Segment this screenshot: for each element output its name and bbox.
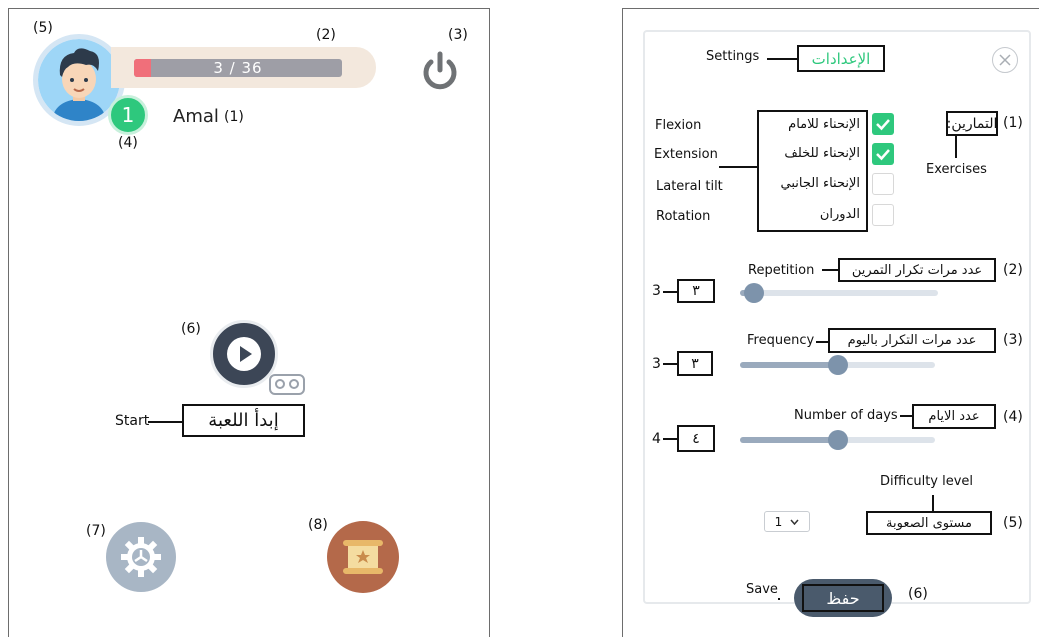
vr-headset-icon (268, 371, 306, 401)
exercise-flexion-checkbox[interactable] (872, 113, 894, 135)
repetition-slider-thumb[interactable] (743, 283, 764, 303)
player-name: Amal (173, 106, 219, 127)
days-slider-thumb[interactable] (827, 430, 848, 450)
repetition-slider[interactable] (740, 283, 938, 303)
chevron-down-icon (790, 519, 799, 525)
exercise-lateral-label: الإنحناء الجانبي (780, 176, 860, 191)
days-slider[interactable] (740, 430, 935, 450)
annotation-6: (6) (181, 321, 201, 337)
save-caption: Save (746, 582, 778, 597)
settings-button[interactable] (106, 522, 176, 592)
frequency-value-ar: ٣ (677, 351, 713, 376)
difficulty-label: مستوى الصعوبة (866, 511, 992, 535)
frequency-annotation: (3) (1003, 332, 1023, 348)
exercise-extension-checkbox[interactable] (872, 143, 894, 165)
exercise-lateral-checkbox[interactable] (872, 173, 894, 195)
settings-caption: Settings (706, 49, 760, 64)
frequency-caption: Frequency (747, 333, 815, 348)
start-game-label: إبدأ اللعبة (182, 404, 305, 437)
save-annotation: (6) (908, 586, 928, 602)
check-icon (876, 149, 890, 161)
annotation-3: (3) (448, 27, 468, 43)
start-caption: Start (115, 413, 150, 429)
exercise-rotation-checkbox[interactable] (872, 204, 894, 226)
annotation-7: (7) (86, 523, 106, 539)
progress-bar: 3 / 36 (134, 59, 342, 77)
frequency-label: عدد مرات التكرار باليوم (828, 328, 996, 353)
days-annotation: (4) (1003, 409, 1023, 425)
map-button[interactable] (327, 521, 399, 593)
exercise-rotation-label: الدوران (819, 207, 860, 222)
close-icon (999, 54, 1011, 66)
annotation-2: (2) (316, 27, 336, 43)
close-button[interactable] (992, 47, 1018, 73)
scroll-map-icon (343, 540, 383, 574)
frequency-slider[interactable] (740, 355, 935, 375)
days-value-ar: ٤ (677, 425, 715, 452)
difficulty-annotation: (5) (1003, 515, 1023, 531)
exercise-lateral-caption: Lateral tilt (656, 179, 723, 194)
settings-title: الإعدادات (797, 45, 885, 72)
save-button[interactable]: حفظ (794, 579, 892, 617)
exercise-extension-label: الإنحناء للخلف (784, 146, 860, 161)
repetition-caption: Repetition (748, 263, 815, 278)
exercise-list-box: الإنحناء للامام الإنحناء للخلف الإنحناء … (757, 110, 868, 232)
exercise-flexion-label: الإنحناء للامام (788, 117, 860, 132)
level-badge: 1 (108, 95, 148, 135)
frequency-value: 3 (652, 356, 661, 372)
difficulty-select[interactable]: 1 (764, 511, 810, 532)
power-button[interactable] (418, 48, 462, 92)
exercise-flexion-caption: Flexion (655, 118, 702, 133)
gear-icon (121, 537, 161, 577)
exercises-annotation: (1) (1003, 115, 1023, 131)
annotation-5: (5) (33, 20, 53, 36)
annotation-8: (8) (308, 517, 328, 533)
play-icon (227, 337, 261, 371)
frequency-slider-thumb[interactable] (827, 355, 848, 375)
exercises-caption: Exercises (926, 162, 987, 177)
exercises-heading: التمارين: (946, 111, 998, 136)
repetition-value: 3 (652, 283, 661, 299)
repetition-value-ar: ٣ (677, 279, 715, 303)
save-label: حفظ (802, 584, 884, 612)
power-icon (423, 51, 457, 90)
days-caption: Number of days (794, 408, 898, 423)
progress-text: 3 / 36 (213, 59, 263, 77)
level-number: 1 (121, 103, 135, 127)
difficulty-caption: Difficulty level (880, 474, 974, 489)
exercise-extension-caption: Extension (654, 147, 718, 162)
boy-avatar-icon (38, 39, 120, 121)
check-icon (876, 119, 890, 131)
difficulty-selected: 1 (774, 514, 783, 529)
annotation-4: (4) (118, 135, 138, 151)
exercise-rotation-caption: Rotation (656, 209, 711, 224)
repetition-annotation: (2) (1003, 262, 1023, 278)
days-label: عدد الايام (912, 404, 996, 429)
days-value: 4 (652, 431, 661, 447)
repetition-label: عدد مرات تكرار التمرين (838, 258, 996, 282)
annotation-1: (1) (224, 109, 244, 125)
